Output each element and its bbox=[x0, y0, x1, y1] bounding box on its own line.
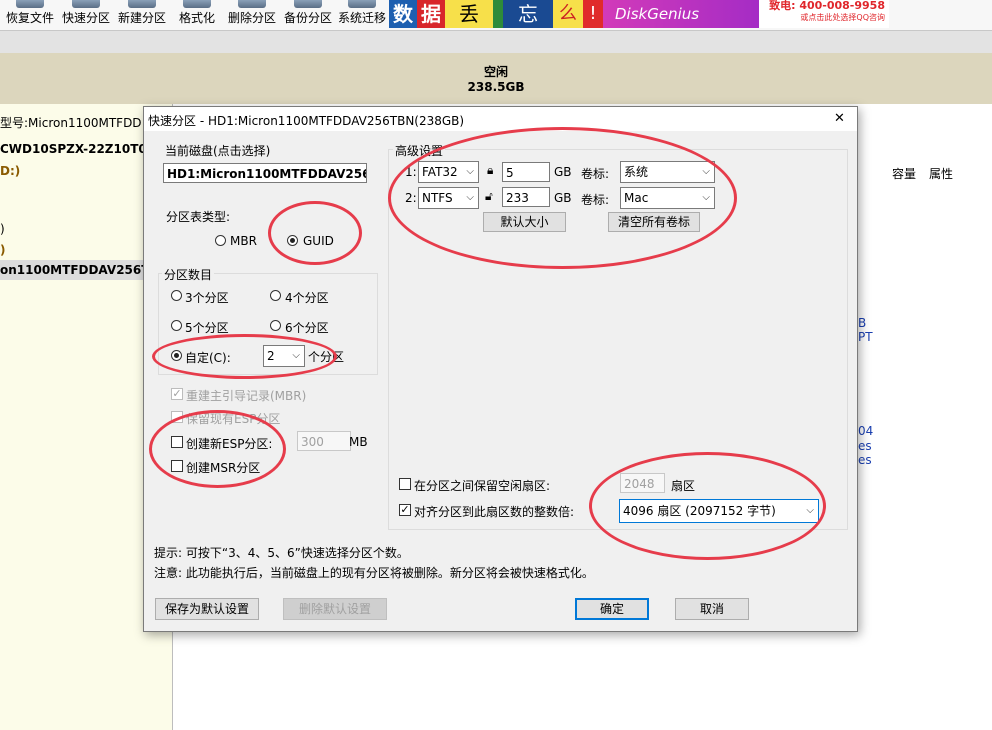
delete-default-button[interactable]: 删除默认设置 bbox=[283, 598, 387, 620]
save-default-button[interactable]: 保存为默认设置 bbox=[155, 598, 259, 620]
dialog-title: 快速分区 - HD1:Micron1100MTFDDAV256TBN(238GB… bbox=[148, 114, 465, 128]
disk-map-bar[interactable]: 空闲 238.5GB bbox=[0, 53, 992, 105]
highlight-custom-count-circle bbox=[152, 334, 337, 379]
partition-count-title: 分区数目 bbox=[162, 266, 215, 283]
highlight-advanced-circle bbox=[388, 127, 737, 269]
recover-files-button[interactable]: 恢复文件 bbox=[2, 0, 58, 30]
backup-partition-button[interactable]: 备份分区 bbox=[280, 0, 336, 30]
ad-banner[interactable]: 数 据 丢 忘 么 ! DiskGenius 致电: 400-008-9958 … bbox=[389, 0, 889, 28]
column-attribute[interactable]: 属性 bbox=[929, 165, 953, 182]
disk-map-label: 空闲 bbox=[483, 65, 508, 79]
dialog-titlebar[interactable]: 快速分区 - HD1:Micron1100MTFDDAV256TBN(238GB… bbox=[144, 107, 857, 131]
banner-contact: 致电: 400-008-9958 或点击此处选择QQ咨询 bbox=[759, 0, 889, 28]
banner-stripe bbox=[493, 0, 503, 28]
banner-qq: 或点击此处选择QQ咨询 bbox=[800, 13, 885, 22]
six-partitions-label[interactable]: 6个分区 bbox=[285, 319, 329, 336]
banner-phone: 致电: 400-008-9958 bbox=[769, 0, 885, 12]
ok-button[interactable]: 确定 bbox=[575, 598, 649, 620]
banner-char-1: 数 bbox=[389, 0, 417, 28]
esp-size-input[interactable]: 300 bbox=[297, 431, 351, 451]
delete-partition-button[interactable]: 删除分区 bbox=[224, 0, 280, 30]
info-fragment-1: B bbox=[858, 316, 867, 330]
column-capacity[interactable]: 容量 bbox=[892, 165, 916, 182]
cancel-button[interactable]: 取消 bbox=[675, 598, 749, 620]
banner-char-3: 丢 bbox=[445, 0, 493, 28]
three-partitions-radio[interactable] bbox=[171, 290, 182, 301]
disk-model-text: 型号:Micron1100MTFDD bbox=[0, 116, 142, 130]
mbr-label[interactable]: MBR bbox=[230, 234, 257, 248]
banner-char-4: 忘 bbox=[503, 0, 553, 28]
mbr-radio[interactable] bbox=[215, 235, 226, 246]
info-fragment-5: es bbox=[858, 453, 872, 467]
current-disk-field[interactable]: HD1:Micron1100MTFDDAV256TE bbox=[163, 163, 367, 183]
banner-char-5: 么 bbox=[553, 0, 583, 28]
tree-partition-b[interactable]: ) bbox=[0, 243, 5, 257]
format-icon bbox=[183, 0, 211, 8]
quick-partition-button[interactable]: 快速分区 bbox=[58, 0, 114, 30]
keep-free-checkbox[interactable] bbox=[399, 478, 411, 490]
warning-text: 注意: 此功能执行后，当前磁盘上的现有分区将被删除。新分区将会被快速格式化。 bbox=[154, 566, 594, 580]
highlight-guid-circle bbox=[268, 201, 362, 265]
format-button[interactable]: 格式化 bbox=[170, 0, 224, 30]
table-type-title: 分区表类型: bbox=[166, 210, 231, 224]
toolbar-separator-strip bbox=[0, 30, 992, 54]
five-partitions-label[interactable]: 5个分区 bbox=[185, 319, 229, 336]
tree-partition-a[interactable]: ) bbox=[0, 222, 5, 236]
close-icon[interactable]: ✕ bbox=[834, 111, 845, 126]
new-partition-icon bbox=[128, 0, 156, 8]
four-partitions-radio[interactable] bbox=[270, 290, 281, 301]
recover-icon bbox=[16, 0, 44, 8]
delete-partition-icon bbox=[238, 0, 266, 8]
five-partitions-radio[interactable] bbox=[171, 320, 182, 331]
info-fragment-2: PT bbox=[858, 330, 873, 344]
four-partitions-label[interactable]: 4个分区 bbox=[285, 289, 329, 306]
three-partitions-label[interactable]: 3个分区 bbox=[185, 289, 229, 306]
highlight-align-circle bbox=[589, 452, 826, 560]
banner-brand: DiskGenius bbox=[603, 0, 759, 28]
disk-map-size: 238.5GB bbox=[467, 80, 525, 94]
backup-icon bbox=[294, 0, 322, 8]
system-migration-button[interactable]: 系统迁移 bbox=[336, 0, 388, 30]
info-fragment-3: 04 bbox=[858, 424, 874, 438]
migration-icon bbox=[348, 0, 376, 8]
rebuild-mbr-checkbox[interactable]: ✓ bbox=[171, 388, 183, 400]
hint-text: 提示: 可按下“3、4、5、6”快速选择分区个数。 bbox=[154, 546, 409, 560]
banner-char-2: 据 bbox=[417, 0, 445, 28]
quick-partition-icon bbox=[72, 0, 100, 8]
align-label[interactable]: 对齐分区到此扇区数的整数倍: bbox=[414, 503, 574, 520]
rebuild-mbr-label: 重建主引导记录(MBR) bbox=[186, 389, 307, 403]
keep-free-label[interactable]: 在分区之间保留空闲扇区: bbox=[414, 477, 550, 494]
tree-partition-d[interactable]: D:) bbox=[0, 164, 20, 178]
current-disk-title: 当前磁盘(点击选择) bbox=[165, 144, 271, 158]
info-fragment-4: es bbox=[858, 439, 872, 453]
six-partitions-radio[interactable] bbox=[270, 320, 281, 331]
banner-char-6: ! bbox=[583, 0, 603, 28]
highlight-esp-msr-circle bbox=[149, 410, 286, 488]
new-partition-button[interactable]: 新建分区 bbox=[114, 0, 170, 30]
esp-size-unit: MB bbox=[349, 435, 368, 449]
align-checkbox[interactable]: ✓ bbox=[399, 504, 411, 516]
